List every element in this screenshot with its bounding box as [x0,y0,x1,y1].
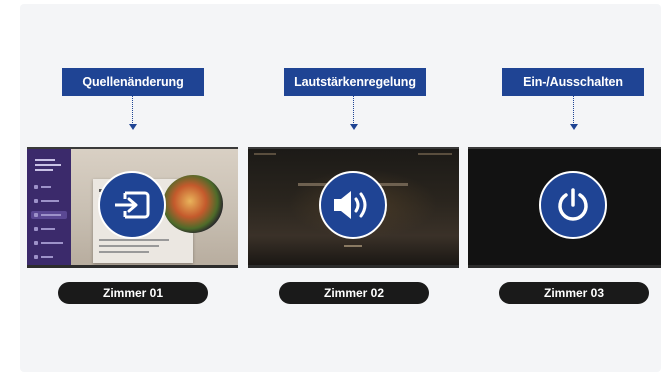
input-source-icon [115,191,150,219]
volume-badge [319,171,387,239]
room-pill-02: Zimmer 02 [279,282,429,304]
step-label-volume-control: Lautstärkenregelung [284,68,426,96]
dotted-connector [353,96,354,123]
volume-icon [334,191,367,219]
step-label-source-change: Quellenänderung [62,68,204,96]
food-photo [163,175,223,233]
input-source-badge [98,171,166,239]
arrow-down-icon [350,124,358,130]
room-pill-03: Zimmer 03 [499,282,649,304]
room-pill-01: Zimmer 01 [58,282,208,304]
dotted-connector [132,96,133,123]
arrow-down-icon [129,124,137,130]
hotel-menu-sidebar [27,149,71,265]
arrow-down-icon [570,124,578,130]
power-icon [558,188,588,221]
step-label-power: Ein-/Ausschalten [502,68,644,96]
power-badge [539,171,607,239]
dotted-connector [573,96,574,123]
